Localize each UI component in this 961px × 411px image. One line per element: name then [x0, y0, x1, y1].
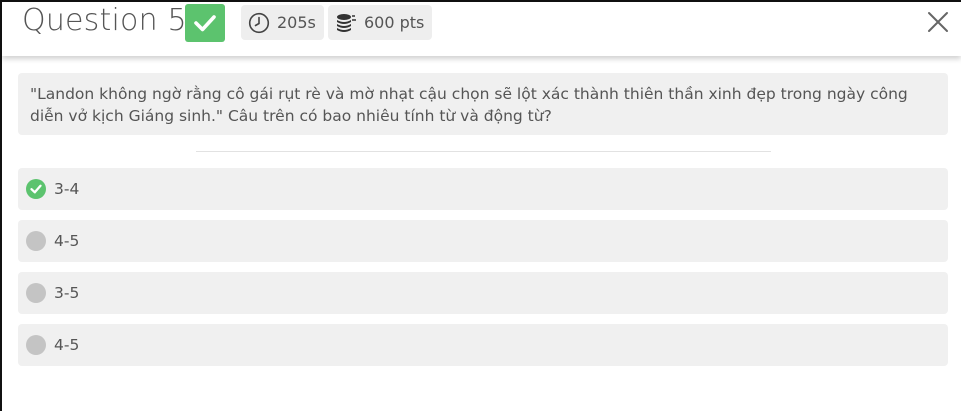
radio-circle-icon [26, 335, 46, 355]
correct-check-icon [26, 179, 46, 199]
radio-circle-icon [26, 231, 46, 251]
answer-option-2[interactable]: 4-5 [18, 220, 948, 262]
coins-icon [334, 11, 358, 35]
close-icon[interactable] [927, 11, 949, 33]
points-value: 600 pts [364, 13, 425, 32]
clock-icon [247, 11, 271, 35]
answered-correct-badge [185, 4, 225, 42]
answer-label: 4-5 [54, 336, 80, 354]
question-title: Question 5 [22, 3, 187, 38]
question-text-box: "Landon không ngờ rằng cô gái rụt rè và … [18, 73, 948, 135]
timer-pill: 205s [241, 5, 324, 40]
points-pill: 600 pts [328, 5, 433, 40]
answer-option-3[interactable]: 3-5 [18, 272, 948, 314]
radio-circle-icon [26, 283, 46, 303]
divider [196, 151, 771, 152]
quiz-header: Question 5 205s 600 pts [2, 2, 961, 56]
timer-value: 205s [277, 13, 316, 32]
answer-option-1[interactable]: 3-4 [18, 168, 948, 210]
quiz-window: Question 5 205s 600 pts "Landon không ng… [0, 0, 961, 411]
close-button[interactable] [924, 8, 952, 36]
answer-label: 3-4 [54, 180, 80, 198]
answer-label: 3-5 [54, 284, 80, 302]
answer-option-4[interactable]: 4-5 [18, 324, 948, 366]
answer-label: 4-5 [54, 232, 80, 250]
checkmark-icon [194, 15, 216, 32]
question-text: "Landon không ngờ rằng cô gái rụt rè và … [30, 85, 908, 125]
